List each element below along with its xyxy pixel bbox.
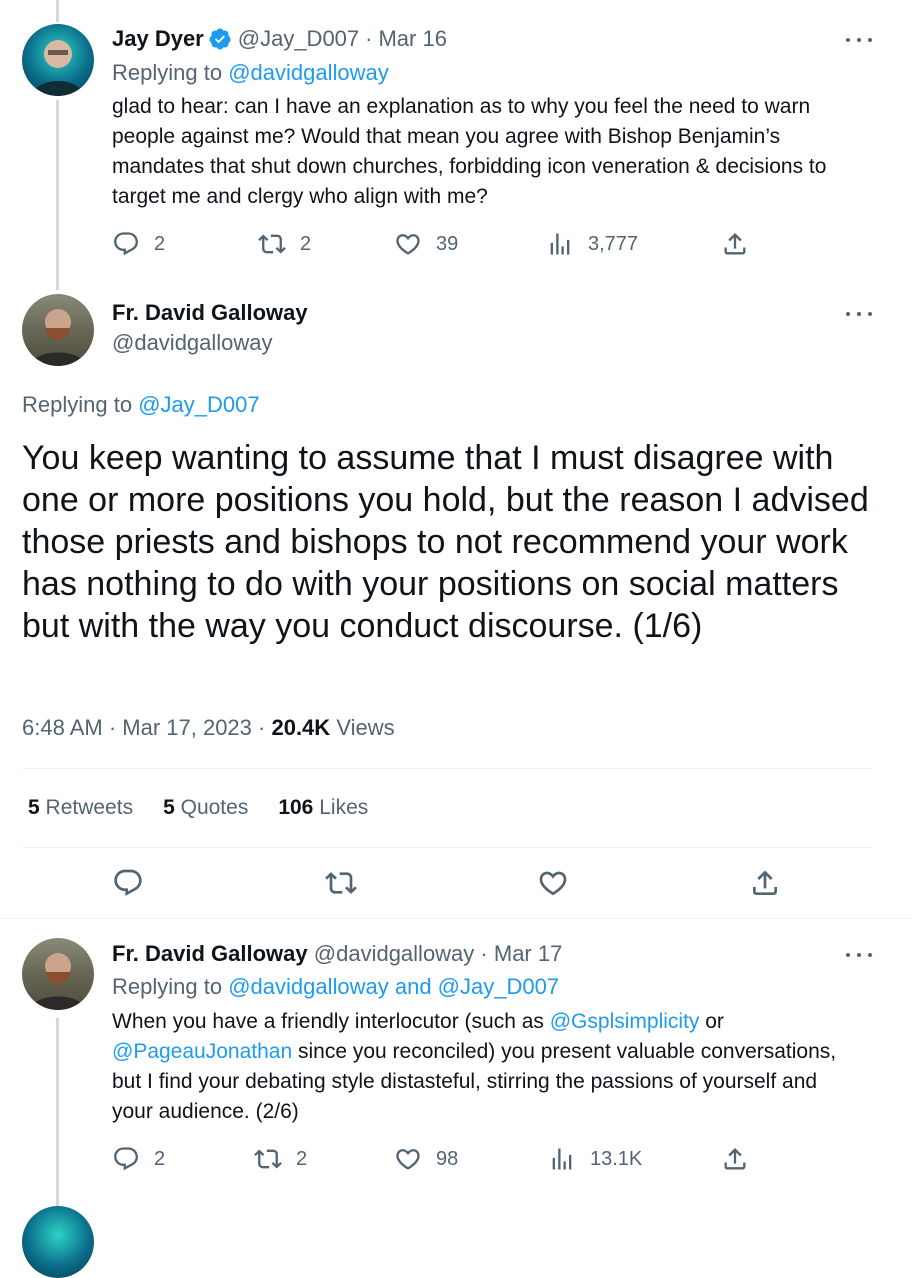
reply-icon <box>114 869 142 896</box>
thread-line-top <box>56 0 59 22</box>
views-label: Views <box>336 715 395 740</box>
reply-button[interactable]: 2 <box>112 230 165 258</box>
share-icon <box>753 870 777 895</box>
author-handle[interactable]: @davidgalloway <box>112 330 273 356</box>
replying-label: Replying to <box>112 60 223 85</box>
like-icon <box>539 871 567 896</box>
avatar-david-galloway-image <box>30 309 86 366</box>
reply-icon <box>114 1147 138 1171</box>
views-icon <box>550 233 570 255</box>
mention-link[interactable]: @Gsplsimplicity <box>550 1010 700 1033</box>
like-icon <box>396 1149 420 1170</box>
more-icon[interactable] <box>846 308 872 320</box>
more-icon[interactable] <box>846 949 872 961</box>
thread-line-1 <box>56 100 59 290</box>
more-icon[interactable] <box>846 34 872 46</box>
like-icon <box>396 234 420 255</box>
likes-label: Likes <box>319 796 369 819</box>
retweet-icon <box>325 872 357 894</box>
retweet-button[interactable]: 2 <box>258 230 311 258</box>
share-button[interactable] <box>721 1145 749 1173</box>
reply-count: 2 <box>154 232 166 255</box>
tweet-text: When you have a friendly interlocutor (s… <box>112 1007 842 1127</box>
retweet-button[interactable] <box>325 867 357 899</box>
reply-count: 2 <box>154 1147 166 1170</box>
replying-label: Replying to <box>112 974 223 999</box>
views-count: 13.1K <box>590 1147 643 1170</box>
avatar-david-galloway[interactable] <box>22 294 94 366</box>
share-icon <box>724 1148 746 1170</box>
retweets-count: 5 <box>28 796 40 819</box>
views-button[interactable]: 3,777 <box>546 230 638 258</box>
share-icon <box>724 233 746 255</box>
separator-dot: · <box>480 941 488 966</box>
tweet-text: You keep wanting to assume that I must d… <box>22 439 869 645</box>
tweet-text-part: When you have a friendly interlocutor (s… <box>112 1010 544 1033</box>
avatar-next-tweet[interactable] <box>22 1206 94 1278</box>
divider <box>0 918 912 919</box>
like-button[interactable]: 98 <box>394 1145 458 1173</box>
share-button[interactable] <box>749 867 781 899</box>
views-button[interactable]: 13.1K <box>548 1145 642 1173</box>
like-count: 98 <box>436 1147 459 1170</box>
quotes-label: Quotes <box>180 796 249 819</box>
like-button[interactable] <box>537 867 569 899</box>
retweets-label: Retweets <box>45 796 134 819</box>
tweet-text-part: or <box>705 1010 724 1033</box>
quotes-count: 5 <box>163 796 175 819</box>
tweet-text: glad to hear: can I have an explanation … <box>112 95 827 208</box>
verified-badge-icon <box>209 28 231 50</box>
retweet-icon <box>254 1149 282 1169</box>
retweet-icon <box>258 234 286 254</box>
thread-line-3 <box>56 1018 59 1214</box>
author-handle[interactable]: @davidgalloway <box>314 941 475 966</box>
author-name[interactable]: Fr. David Galloway <box>112 300 308 326</box>
like-count: 39 <box>436 232 459 255</box>
mention-link[interactable]: @PageauJonathan <box>112 1040 292 1063</box>
avatar-david-galloway[interactable] <box>22 938 94 1010</box>
divider <box>22 847 872 848</box>
replying-label: Replying to <box>22 392 133 417</box>
tweet-date[interactable]: Mar 17 <box>494 941 562 966</box>
likes-count: 106 <box>278 796 314 819</box>
separator-dot: · <box>365 26 373 51</box>
reply-icon <box>114 232 138 256</box>
tweet-date[interactable]: Mar 16 <box>378 26 446 52</box>
retweet-count: 2 <box>296 1147 308 1170</box>
views-icon <box>552 1148 572 1170</box>
avatar-jay-dyer-image <box>32 40 84 96</box>
views-count: 3,777 <box>588 232 639 255</box>
quotes-stat[interactable]: 5 Quotes <box>163 796 248 820</box>
author-name[interactable]: Jay Dyer <box>112 26 204 52</box>
author-handle[interactable]: @Jay_D007 <box>238 26 359 52</box>
author-name[interactable]: Fr. David Galloway <box>112 941 308 966</box>
retweet-count: 2 <box>300 232 312 255</box>
views-count: 20.4K <box>271 715 331 740</box>
retweet-button[interactable]: 2 <box>254 1145 307 1173</box>
like-button[interactable]: 39 <box>394 230 458 258</box>
avatar-david-galloway-image <box>30 953 86 1010</box>
avatar-jay-dyer[interactable] <box>22 24 94 96</box>
likes-stat[interactable]: 106 Likes <box>278 796 368 820</box>
reply-button[interactable] <box>112 867 144 899</box>
replying-mention[interactable]: @davidgalloway <box>228 60 389 85</box>
divider <box>22 768 872 769</box>
replying-mention[interactable]: @Jay_D007 <box>138 392 259 417</box>
reply-button[interactable]: 2 <box>112 1145 165 1173</box>
replying-mention[interactable]: @davidgalloway and @Jay_D007 <box>228 974 559 999</box>
share-button[interactable] <box>721 230 749 258</box>
retweets-stat[interactable]: 5 Retweets <box>28 796 133 820</box>
tweet-timestamp[interactable]: 6:48 AM · Mar 17, 2023 · <box>22 715 265 740</box>
